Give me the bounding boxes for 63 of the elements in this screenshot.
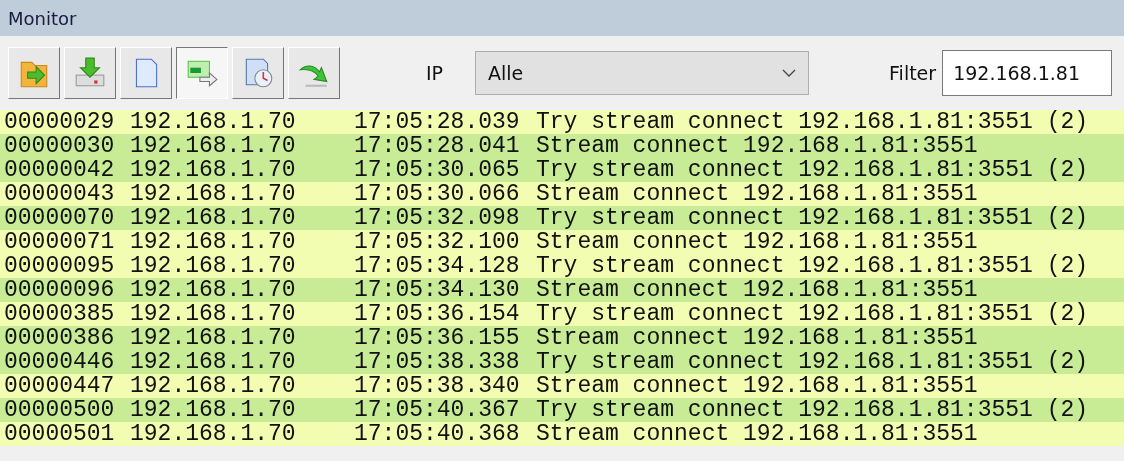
- window-title: Monitor: [8, 7, 77, 29]
- filter-field[interactable]: 192.168.1.81: [942, 50, 1113, 96]
- log-ip: 192.168.1.70: [130, 254, 297, 278]
- filter-label: Filter: [889, 62, 937, 84]
- log-time: 17:05:34.130: [354, 278, 521, 302]
- log-ip: 192.168.1.70: [130, 182, 297, 206]
- ip-label: IP: [426, 62, 444, 84]
- log-time: 17:05:38.338: [354, 350, 521, 374]
- log-message: Stream connect 192.168.1.81:3551: [536, 278, 978, 302]
- log-ip: 192.168.1.70: [130, 302, 297, 326]
- log-time: 17:05:34.128: [354, 254, 521, 278]
- log-time: 17:05:30.066: [354, 182, 521, 206]
- toolbar-button[interactable]: [176, 47, 228, 99]
- log-message: Try stream connect 192.168.1.81:3551 (2): [536, 302, 1089, 326]
- log-ip: 192.168.1.70: [130, 350, 297, 374]
- log-message: Stream connect 192.168.1.81:3551: [536, 182, 978, 206]
- log-id: 00000386: [4, 326, 116, 350]
- log-time: 17:05:40.367: [354, 398, 521, 422]
- log-time: 17:05:32.098: [354, 206, 521, 230]
- log-time: 17:05:30.065: [354, 158, 521, 182]
- log-id: 00000385: [4, 302, 116, 326]
- log-id: 00000095: [4, 254, 116, 278]
- log-message: Try stream connect 192.168.1.81:3551 (2): [536, 110, 1089, 134]
- log-message: Try stream connect 192.168.1.81:3551 (2): [536, 254, 1089, 278]
- log-ip: 192.168.1.70: [130, 374, 297, 398]
- log-id: 00000071: [4, 230, 116, 254]
- log-message: Try stream connect 192.168.1.81:3551 (2): [536, 206, 1089, 230]
- log-ip: 192.168.1.70: [130, 158, 297, 182]
- log-id: 00000447: [4, 374, 116, 398]
- log-time: 17:05:28.039: [354, 110, 521, 134]
- log-id: 00000500: [4, 398, 116, 422]
- log-ip: 192.168.1.70: [130, 110, 297, 134]
- log-message: Stream connect 192.168.1.81:3551: [536, 422, 978, 446]
- log-message: Try stream connect 192.168.1.81:3551 (2): [536, 158, 1089, 182]
- ip-dropdown[interactable]: Alle: [475, 51, 810, 95]
- log-time: 17:05:36.155: [354, 326, 521, 350]
- log-id: 00000501: [4, 422, 116, 446]
- log-ip: 192.168.1.70: [130, 326, 297, 350]
- log-message: Try stream connect 192.168.1.81:3551 (2): [536, 350, 1089, 374]
- log-ip: 192.168.1.70: [130, 278, 297, 302]
- log-time: 17:05:40.368: [354, 422, 521, 446]
- log-id: 00000030: [4, 134, 116, 158]
- log-time: 17:05:28.041: [354, 134, 521, 158]
- chevron-down-icon: [782, 69, 797, 77]
- log-id: 00000042: [4, 158, 116, 182]
- log-message: Stream connect 192.168.1.81:3551: [536, 326, 978, 350]
- log-message: Stream connect 192.168.1.81:3551: [536, 134, 978, 158]
- log-ip: 192.168.1.70: [130, 398, 297, 422]
- log-message: Stream connect 192.168.1.81:3551: [536, 230, 978, 254]
- log-time: 17:05:36.154: [354, 302, 521, 326]
- log-id: 00000043: [4, 182, 116, 206]
- log-time: 17:05:32.100: [354, 230, 521, 254]
- log-time: 17:05:38.340: [354, 374, 521, 398]
- log-id: 00000029: [4, 110, 116, 134]
- log-message: Try stream connect 192.168.1.81:3551 (2): [536, 398, 1089, 422]
- log-message: Stream connect 192.168.1.81:3551: [536, 374, 978, 398]
- log-id: 00000096: [4, 278, 116, 302]
- log-ip: 192.168.1.70: [130, 230, 297, 254]
- log-ip: 192.168.1.70: [130, 206, 297, 230]
- log-id: 00000070: [4, 206, 116, 230]
- log-ip: 192.168.1.70: [130, 422, 297, 446]
- log-id: 00000446: [4, 350, 116, 374]
- log-ip: 192.168.1.70: [130, 134, 297, 158]
